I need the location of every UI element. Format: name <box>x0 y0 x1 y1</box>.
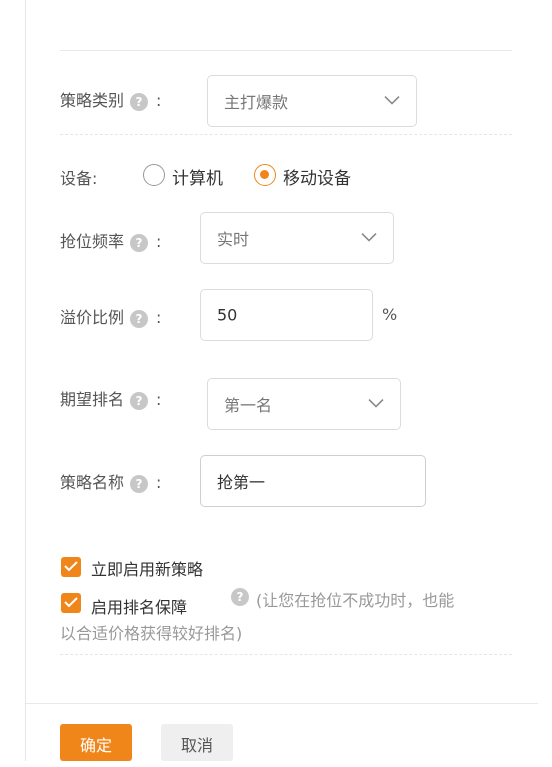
colon: : <box>156 390 162 409</box>
footer-divider <box>26 703 538 704</box>
section-divider <box>60 134 512 135</box>
help-icon[interactable]: ? <box>130 92 149 111</box>
rank-guarantee-label[interactable]: 启用排名保障 <box>91 594 187 618</box>
help-icon[interactable]: ? <box>130 309 149 328</box>
rank-value: 第一名 <box>224 396 273 415</box>
chevron-down-icon <box>361 228 377 247</box>
radio-computer-label[interactable]: 计算机 <box>172 164 223 189</box>
radio-mobile-label[interactable]: 移动设备 <box>283 164 351 189</box>
help-icon[interactable]: ? <box>130 474 149 493</box>
help-icon[interactable]: ? <box>130 391 149 410</box>
premium-label: 溢价比例 <box>60 308 125 327</box>
percent-unit: % <box>382 305 398 324</box>
strategy-type-label: 策略类别 <box>60 91 125 110</box>
rank-guarantee-note-line2: 以合适价格获得较好排名) <box>60 624 243 643</box>
colon: : <box>156 91 162 110</box>
strategy-name-input[interactable]: 抢第一 <box>200 455 426 507</box>
radio-computer[interactable] <box>143 164 165 186</box>
frequency-label-row: 抢位频率?: <box>60 228 161 252</box>
radio-mobile[interactable] <box>254 164 276 186</box>
help-icon[interactable]: ? <box>130 233 149 252</box>
device-label: 设备: <box>60 169 98 188</box>
colon: : <box>156 473 162 492</box>
frequency-select[interactable]: 实时 <box>200 212 394 264</box>
strategy-name-value: 抢第一 <box>217 473 266 492</box>
cancel-button[interactable]: 取消 <box>161 724 233 761</box>
premium-label-row: 溢价比例?: <box>60 304 161 328</box>
colon: : <box>156 232 162 251</box>
chevron-down-icon <box>368 394 384 413</box>
name-label: 策略名称 <box>60 473 125 492</box>
left-rail <box>25 0 26 761</box>
section-divider <box>60 654 512 655</box>
enable-now-label[interactable]: 立即启用新策略 <box>91 556 203 580</box>
premium-input[interactable]: 50 <box>200 289 373 341</box>
frequency-value: 实时 <box>217 230 250 249</box>
help-icon[interactable]: ? <box>231 588 249 606</box>
name-label-row: 策略名称?: <box>60 469 161 493</box>
rank-label: 期望排名 <box>60 390 125 409</box>
top-divider <box>60 50 512 51</box>
rank-label-row: 期望排名?: <box>60 386 161 410</box>
confirm-button[interactable]: 确定 <box>60 724 132 761</box>
rank-guarantee-note-line1: (让您在抢位不成功时，也能 <box>256 591 455 610</box>
strategy-type-value: 主打爆款 <box>224 93 289 112</box>
enable-now-checkbox[interactable] <box>61 557 81 577</box>
frequency-label: 抢位频率 <box>60 232 125 251</box>
strategy-type-label-row: 策略类别?: <box>60 87 161 111</box>
chevron-down-icon <box>384 91 400 110</box>
rank-guarantee-checkbox[interactable] <box>61 593 81 613</box>
premium-value: 50 <box>217 305 238 325</box>
rank-select[interactable]: 第一名 <box>207 378 401 430</box>
strategy-type-select[interactable]: 主打爆款 <box>207 75 417 127</box>
colon: : <box>156 308 162 327</box>
